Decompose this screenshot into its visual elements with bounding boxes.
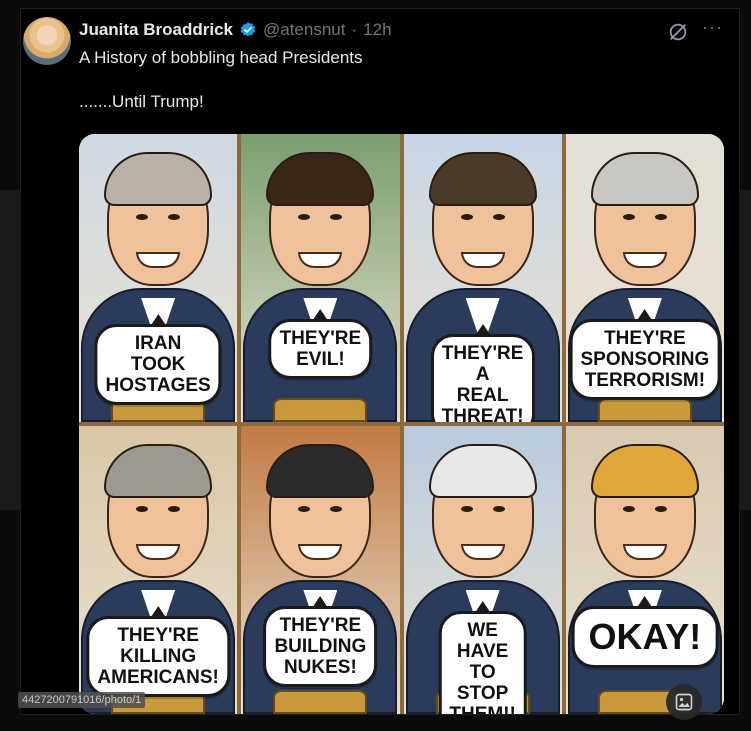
status-url-overlay: 4427200791016/photo/1: [18, 692, 146, 708]
left-eye: [622, 506, 635, 512]
author-name[interactable]: Juanita Broaddrick: [79, 20, 233, 40]
comic-panel: THEY'RE BUILDING NUKES!: [241, 426, 400, 714]
avatar[interactable]: [23, 17, 71, 65]
speech-bubble: THEY'RE SPONSORING TERRORISM!: [569, 319, 721, 400]
alt-text-icon[interactable]: [666, 684, 702, 720]
more-icon[interactable]: ···: [702, 17, 723, 38]
comic-panel: WE HAVE TO STOP THEM!!: [403, 426, 562, 714]
bobblehead-stand: [597, 398, 692, 422]
tweet-text: A History of bobbling head Presidents ..…: [79, 47, 679, 113]
speech-bubble: THEY'RE A REAL THREAT!: [430, 334, 535, 422]
speech-bubble: THEY'RE EVIL!: [268, 319, 373, 379]
left-eye: [460, 506, 473, 512]
bobblehead-stand: [273, 398, 368, 422]
tweet-media-image[interactable]: IRAN TOOK HOSTAGES THEY'RE EVIL! THEY'RE A…: [79, 134, 724, 714]
left-eye: [460, 214, 473, 220]
comic-panel: THEY'RE EVIL!: [241, 134, 400, 422]
comic-panel: IRAN TOOK HOSTAGES: [79, 134, 238, 422]
right-eye: [654, 214, 667, 220]
tweet-text-line2: .......Until Trump!: [79, 92, 204, 111]
tweet-card[interactable]: Juanita Broaddrick @atensnut · 12h ··· A…: [20, 8, 740, 715]
right-eye: [492, 214, 505, 220]
right-eye: [492, 506, 505, 512]
verified-badge-icon: [240, 22, 256, 37]
tweet-header: Juanita Broaddrick @atensnut · 12h: [79, 17, 723, 43]
speech-bubble: THEY'RE BUILDING NUKES!: [263, 606, 378, 687]
backdrop-shape-left: [0, 190, 20, 510]
speech-bubble: THEY'RE KILLING AMERICANS!: [86, 616, 230, 697]
grok-icon[interactable]: [667, 21, 689, 43]
speech-bubble: IRAN TOOK HOSTAGES: [94, 324, 222, 405]
separator-dot: ·: [351, 20, 358, 39]
comic-panel: THEY'RE SPONSORING TERRORISM!: [565, 134, 724, 422]
speech-bubble: WE HAVE TO STOP THEM!!: [438, 611, 527, 714]
comic-panel: OKAY!: [565, 426, 724, 714]
comic-panel: THEY'RE KILLING AMERICANS!: [79, 426, 238, 714]
left-eye: [622, 214, 635, 220]
author-handle[interactable]: @atensnut: [263, 20, 345, 40]
timestamp[interactable]: 12h: [363, 20, 391, 40]
right-eye: [654, 506, 667, 512]
speech-bubble: OKAY!: [571, 606, 719, 668]
tweet-text-line1: A History of bobbling head Presidents: [79, 48, 363, 67]
comic-panel: THEY'RE A REAL THREAT!: [403, 134, 562, 422]
bobblehead-stand: [273, 690, 368, 714]
